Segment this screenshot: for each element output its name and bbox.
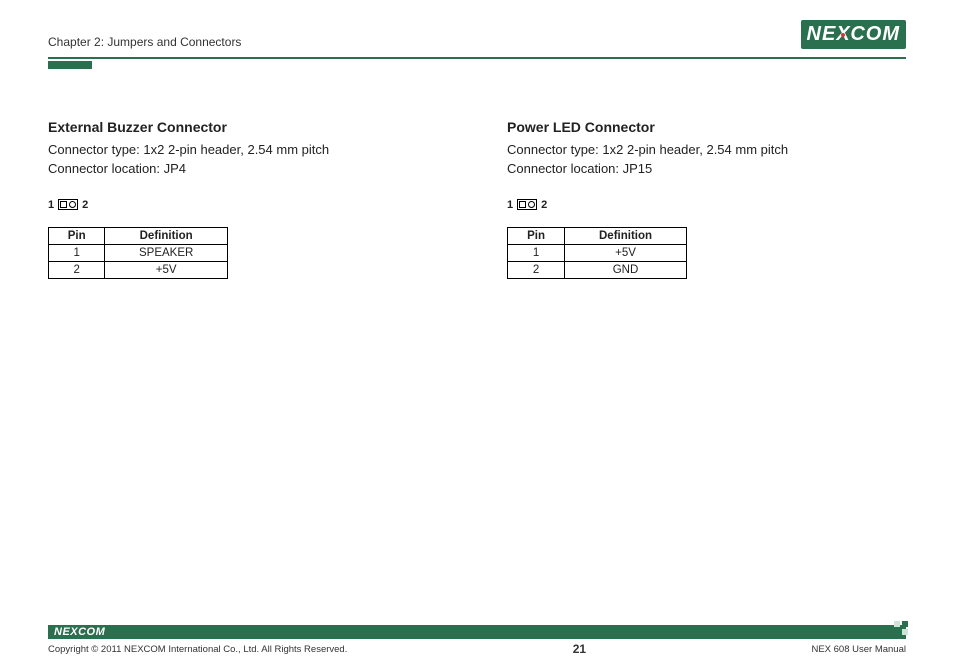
connector-type: Connector type: 1x2 2-pin header, 2.54 m…: [48, 141, 447, 160]
connector-location: Connector location: JP15: [507, 160, 906, 179]
footer-logo: NEXCOM: [54, 626, 105, 638]
th-pin: Pin: [49, 227, 105, 244]
chapter-title: Chapter 2: Jumpers and Connectors: [48, 35, 241, 49]
pin-diagram: 1 2: [507, 199, 906, 211]
cell-def: GND: [565, 261, 687, 278]
pin-label-2: 2: [82, 199, 88, 211]
pin-header-icon: [517, 199, 537, 210]
table-row: 1 SPEAKER: [49, 244, 228, 261]
page-footer: NEXCOM Copyright © 2011 NEXCOM Internati…: [48, 625, 906, 656]
pin-header-icon: [58, 199, 78, 210]
pin-label-1: 1: [48, 199, 54, 211]
section-power-led: Power LED Connector Connector type: 1x2 …: [507, 119, 906, 279]
cell-pin: 1: [49, 244, 105, 261]
section-external-buzzer: External Buzzer Connector Connector type…: [48, 119, 447, 279]
pin-square-icon: [519, 201, 526, 208]
table-row: 2 GND: [508, 261, 687, 278]
pin-table: Pin Definition 1 SPEAKER 2 +5V: [48, 227, 228, 279]
table-row: 1 +5V: [508, 244, 687, 261]
cell-pin: 1: [508, 244, 565, 261]
cell-def: +5V: [565, 244, 687, 261]
pin-square-icon: [60, 201, 67, 208]
page-number: 21: [573, 642, 586, 656]
connector-location: Connector location: JP4: [48, 160, 447, 179]
cell-def: SPEAKER: [105, 244, 228, 261]
footer-bar: NEXCOM: [48, 625, 906, 639]
th-definition: Definition: [105, 227, 228, 244]
copyright-text: Copyright © 2011 NEXCOM International Co…: [48, 644, 347, 655]
logo-part-ne: NE: [807, 23, 837, 46]
section-title: External Buzzer Connector: [48, 119, 447, 135]
th-definition: Definition: [565, 227, 687, 244]
pin-label-2: 2: [541, 199, 547, 211]
footer-squares-icon: [894, 621, 908, 635]
pin-circle-icon: [69, 201, 76, 208]
pin-table: Pin Definition 1 +5V 2 GND: [507, 227, 687, 279]
cell-def: +5V: [105, 261, 228, 278]
logo-part-com: COM: [850, 23, 900, 46]
connector-type: Connector type: 1x2 2-pin header, 2.54 m…: [507, 141, 906, 160]
section-title: Power LED Connector: [507, 119, 906, 135]
pin-label-1: 1: [507, 199, 513, 211]
header-rule: [48, 57, 906, 59]
cell-pin: 2: [49, 261, 105, 278]
pin-diagram: 1 2: [48, 199, 447, 211]
pin-circle-icon: [528, 201, 535, 208]
document-name: NEX 608 User Manual: [811, 644, 906, 655]
th-pin: Pin: [508, 227, 565, 244]
logo-part-x: X: [836, 23, 850, 46]
cell-pin: 2: [508, 261, 565, 278]
table-row: 2 +5V: [49, 261, 228, 278]
accent-bar: [48, 61, 92, 69]
brand-logo: NEXCOM: [801, 20, 906, 49]
